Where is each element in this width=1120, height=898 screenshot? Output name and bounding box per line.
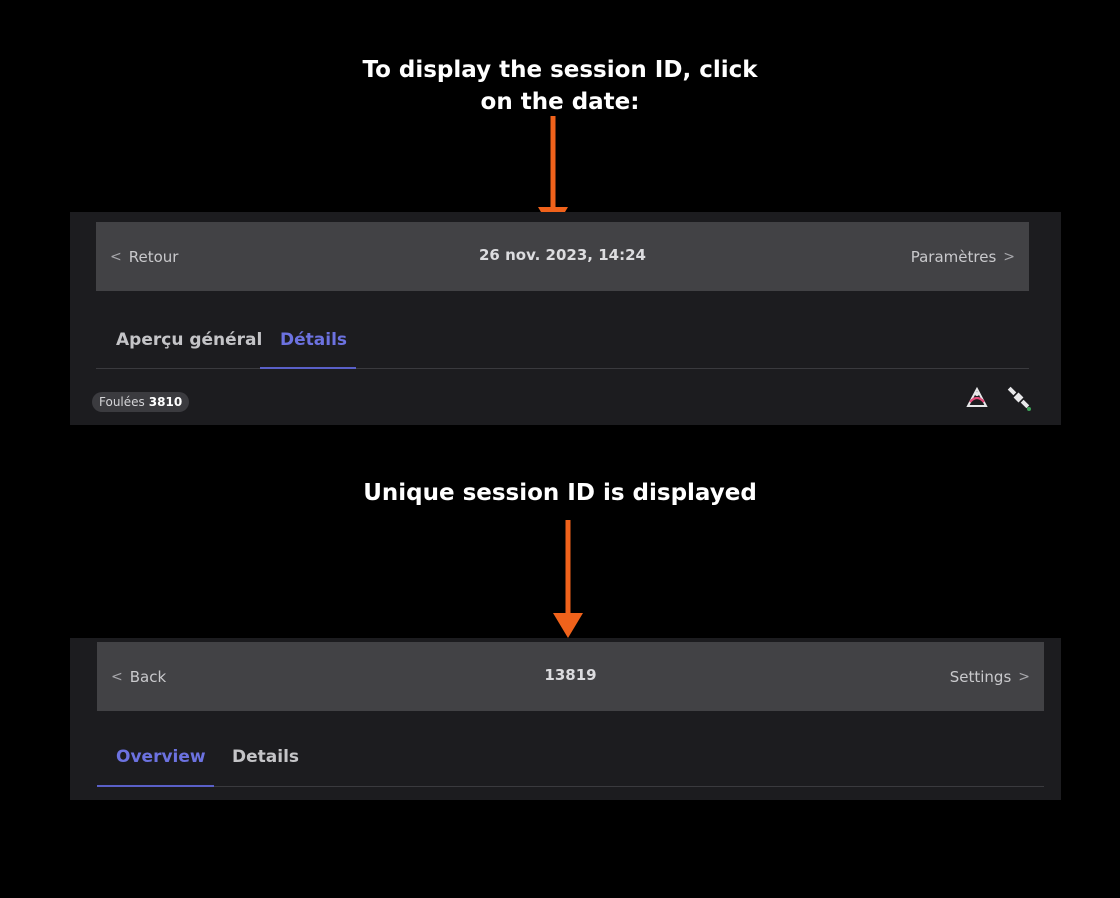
strides-badge: Foulées 3810	[92, 392, 190, 412]
settings-label: Paramètres	[910, 247, 997, 266]
pace-icon[interactable]	[963, 384, 991, 412]
nav-bar: < Retour 26 nov. 2023, 14:24 Paramètres …	[96, 222, 1029, 291]
settings-label: Settings	[949, 667, 1012, 686]
tab-bar: Aperçu général Détails	[96, 312, 1029, 369]
instruction-caption-line2: on the date:	[480, 89, 640, 115]
strides-label: Foulées	[99, 395, 145, 409]
tab-overview[interactable]: Aperçu général	[116, 312, 262, 368]
session-screen-after: < Back 13819 Settings > Overview Details	[70, 638, 1061, 800]
tab-details[interactable]: Détails	[259, 312, 357, 369]
settings-button[interactable]: Settings >	[950, 642, 1030, 711]
chevron-right-icon: >	[1003, 248, 1015, 265]
tab-details[interactable]: Details	[232, 728, 299, 786]
session-date-button[interactable]: 26 nov. 2023, 14:24	[96, 222, 1029, 288]
nav-bar: < Back 13819 Settings >	[97, 642, 1044, 711]
chevron-right-icon: >	[1018, 668, 1030, 685]
session-id-button[interactable]: 13819	[97, 642, 1044, 708]
strides-value: 3810	[148, 395, 183, 409]
tab-bar: Overview Details	[97, 728, 1044, 787]
settings-button[interactable]: Paramètres >	[911, 222, 1015, 291]
result-caption: Unique session ID is displayed	[363, 480, 757, 506]
instruction-caption: To display the session ID, click on the …	[0, 54, 1120, 118]
session-screen-before: < Retour 26 nov. 2023, 14:24 Paramètres …	[70, 212, 1061, 425]
arrow-down-icon	[551, 520, 585, 638]
instruction-caption-line1: To display the session ID, click	[362, 57, 758, 83]
tab-overview[interactable]: Overview	[97, 728, 214, 787]
satellite-icon[interactable]	[1005, 384, 1033, 412]
